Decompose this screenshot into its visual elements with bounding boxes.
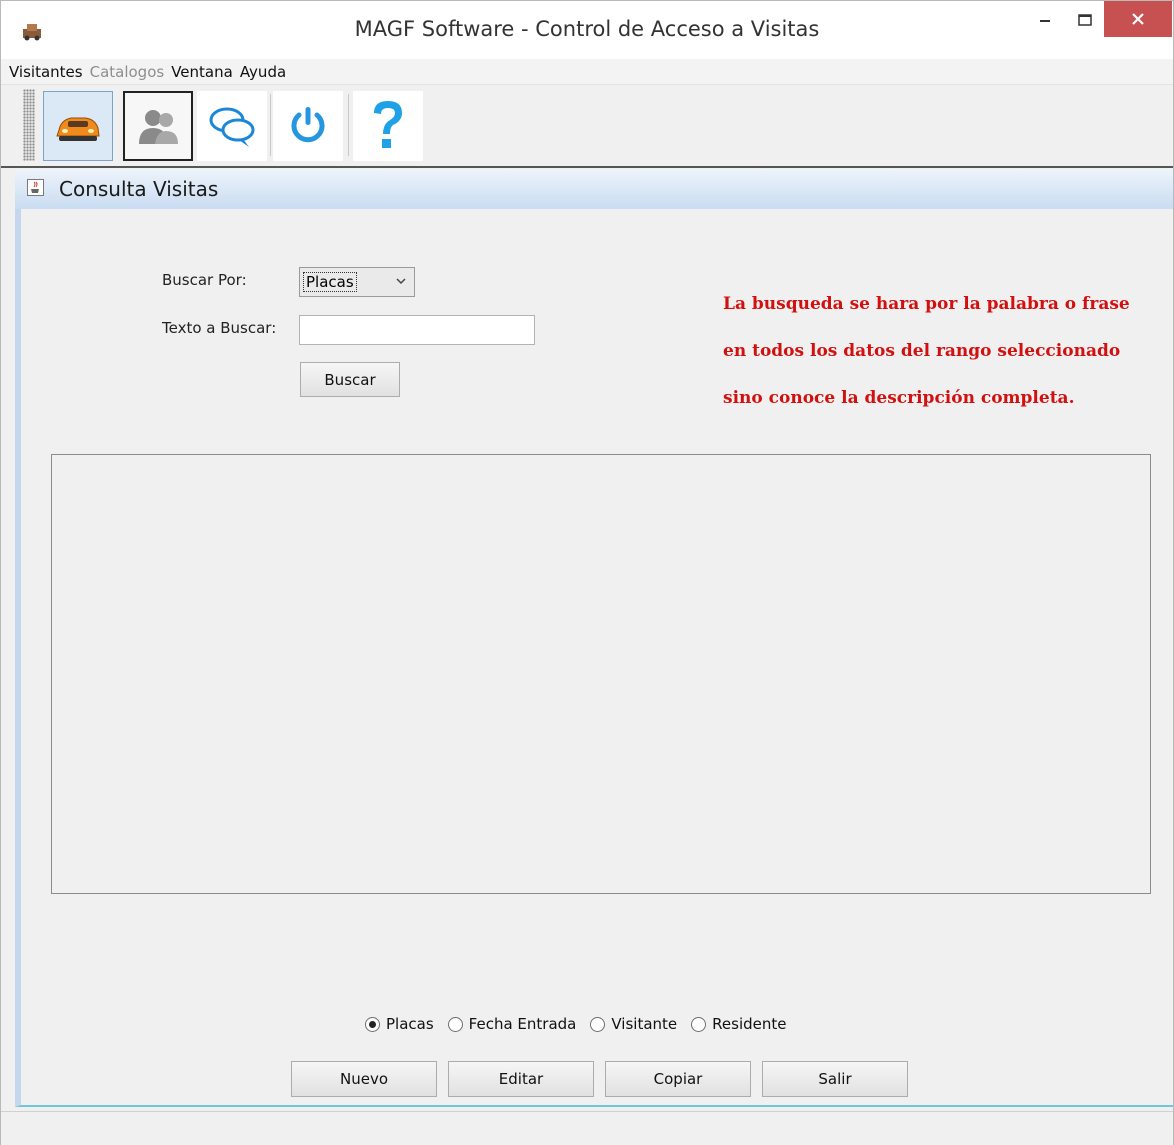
- maximize-button[interactable]: [1063, 1, 1107, 39]
- search-help-note: La busqueda se hara por la palabra o fra…: [723, 281, 1130, 422]
- radio-visitante-dot: [590, 1016, 606, 1032]
- texto-a-buscar-input[interactable]: [299, 315, 535, 345]
- radio-placas-dot: [365, 1016, 380, 1032]
- chat-bubbles-icon: [209, 107, 255, 147]
- internal-frame-title: Consulta Visitas: [59, 177, 219, 201]
- search-help-note-line: en todos los datos del rango seleccionad…: [723, 341, 1121, 361]
- radio-visitante-label: Visitante: [611, 1015, 678, 1033]
- radio-fecha-entrada[interactable]: Fecha Entrada: [447, 1015, 577, 1033]
- internal-frame-titlebar[interactable]: Consulta Visitas: [15, 169, 1173, 209]
- texto-a-buscar-label: Texto a Buscar:: [162, 319, 277, 337]
- radio-visitante[interactable]: Visitante: [590, 1015, 677, 1033]
- close-icon: [1132, 13, 1144, 25]
- toolbar: [1, 86, 1173, 168]
- toolbar-button-ayuda[interactable]: [353, 91, 423, 161]
- car-icon: [56, 117, 100, 141]
- copiar-button[interactable]: Copiar: [605, 1061, 751, 1097]
- menu-visitantes[interactable]: Visitantes: [9, 63, 83, 81]
- power-icon: [291, 107, 325, 143]
- buscar-por-label: Buscar Por:: [162, 271, 247, 289]
- toolbar-button-usuarios[interactable]: [123, 91, 193, 161]
- radio-residente-dot: [691, 1016, 707, 1032]
- radio-fecha-entrada-label: Fecha Entrada: [468, 1015, 577, 1033]
- toolbar-separator: [348, 94, 349, 156]
- buscar-por-selected: Placas: [303, 272, 357, 292]
- editar-button[interactable]: Editar: [448, 1061, 594, 1097]
- radio-residente-label: Residente: [712, 1015, 787, 1033]
- help-icon: [374, 101, 402, 148]
- sort-radio-group: Placas Fecha Entrada Visitante Residente: [365, 1015, 800, 1033]
- minimize-button[interactable]: [1021, 1, 1069, 39]
- menu-ayuda[interactable]: Ayuda: [240, 63, 286, 81]
- nuevo-button[interactable]: Nuevo: [291, 1061, 437, 1097]
- buscar-button[interactable]: Buscar: [300, 362, 400, 397]
- java-cup-icon: [27, 179, 44, 196]
- toolbar-button-salir[interactable]: [273, 91, 343, 161]
- radio-residente[interactable]: Residente: [691, 1015, 786, 1033]
- radio-placas[interactable]: Placas: [365, 1015, 434, 1033]
- menu-catalogos[interactable]: Catalogos: [90, 63, 165, 81]
- toolbar-button-mensajes[interactable]: [197, 91, 267, 161]
- toolbar-button-visitas[interactable]: [43, 91, 113, 161]
- window-title: MAGF Software - Control de Acceso a Visi…: [354, 17, 820, 41]
- maximize-icon: [1078, 14, 1092, 26]
- search-help-note-line: sino conoce la descripción completa.: [723, 388, 1075, 408]
- app-window: MAGF Software - Control de Acceso a Visi…: [0, 0, 1174, 1145]
- close-button[interactable]: [1104, 1, 1172, 37]
- search-help-note-line: La busqueda se hara por la palabra o fra…: [723, 294, 1130, 314]
- status-bar: [1, 1111, 1173, 1145]
- radio-placas-label: Placas: [386, 1015, 434, 1033]
- users-icon: [139, 110, 178, 144]
- chevron-down-icon: [396, 278, 406, 285]
- results-table-area[interactable]: [51, 454, 1151, 894]
- menu-bar: Visitantes Catalogos Ventana Ayuda: [1, 59, 1173, 85]
- toolbar-separator: [270, 94, 271, 156]
- minimize-icon: [1040, 20, 1050, 22]
- title-bar: MAGF Software - Control de Acceso a Visi…: [1, 1, 1173, 59]
- radio-fecha-entrada-dot: [447, 1016, 463, 1032]
- buscar-por-combobox[interactable]: Placas: [299, 267, 415, 297]
- salir-button[interactable]: Salir: [762, 1061, 908, 1097]
- menu-ventana[interactable]: Ventana: [171, 63, 233, 81]
- toolbar-grip[interactable]: [23, 89, 35, 161]
